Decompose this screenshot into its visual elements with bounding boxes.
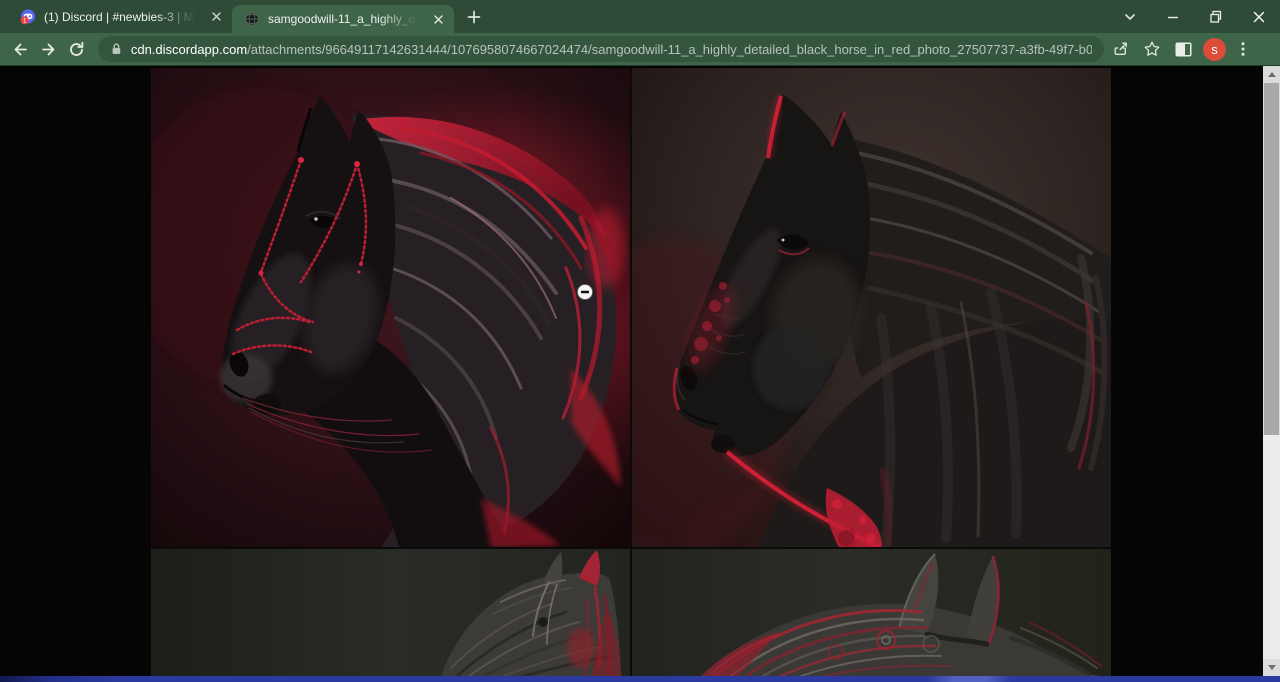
browser-titlebar: 1 (1) Discord | #newbies-3 | Midjou samg… [0,0,1280,33]
side-panel-button[interactable] [1169,35,1197,63]
avatar-initial: s [1211,42,1218,57]
avatar[interactable]: s [1203,38,1226,61]
reload-icon [67,40,86,59]
tab-discord[interactable]: 1 (1) Discord | #newbies-3 | Midjou [8,0,232,33]
new-tab-button[interactable] [460,3,488,31]
tab-title: samgoodwill-11_a_highly_detaile [268,12,422,26]
url-path: /attachments/96649117142631444/107695807… [247,42,1092,57]
scrollbar-track[interactable] [1263,435,1280,659]
zoom-out-cursor [576,283,594,301]
globe-icon [244,11,260,27]
scroll-down-button[interactable] [1263,659,1280,676]
restore-button[interactable] [1194,0,1237,33]
forward-arrow-icon [39,40,58,59]
url-text: cdn.discordapp.com/attachments/966491171… [131,42,1092,57]
vertical-scrollbar[interactable] [1263,66,1280,676]
minimize-button[interactable] [1151,0,1194,33]
windows-taskbar-edge [0,676,1280,682]
image-panel-bottom-left [151,548,631,676]
notification-badge: 1 [23,17,27,24]
close-tab-icon[interactable] [208,9,224,25]
tab-strip: 1 (1) Discord | #newbies-3 | Midjou samg… [0,0,488,33]
close-window-button[interactable] [1237,0,1280,33]
browser-toolbar: cdn.discordapp.com/attachments/966491171… [0,33,1280,66]
chevron-down-icon [1121,8,1139,26]
side-panel-icon [1174,41,1193,58]
new-tab-icon [467,10,481,24]
scroll-up-button[interactable] [1263,66,1280,83]
lock-icon [110,42,123,56]
tab-search-button[interactable] [1108,0,1151,33]
back-button[interactable] [6,35,34,63]
close-tab-icon[interactable] [430,11,446,27]
discord-icon: 1 [20,9,36,25]
forward-button[interactable] [34,35,62,63]
reload-button[interactable] [62,35,90,63]
horse-grid-image[interactable] [151,68,1111,676]
kebab-menu-icon [1234,40,1252,58]
image-panel-bottom-right [631,548,1111,676]
image-panel-top-left [151,68,631,548]
star-icon [1143,40,1161,58]
address-bar[interactable]: cdn.discordapp.com/attachments/966491171… [98,36,1104,62]
restore-icon [1207,8,1225,26]
page-content [0,66,1280,676]
window-controls [1108,0,1280,33]
tab-title: (1) Discord | #newbies-3 | Midjou [44,10,200,24]
tab-image[interactable]: samgoodwill-11_a_highly_detaile [232,5,454,33]
triangle-up-icon [1268,72,1276,77]
share-button[interactable] [1107,35,1135,63]
close-icon [1250,8,1268,26]
bookmark-button[interactable] [1138,35,1166,63]
back-arrow-icon [11,40,30,59]
menu-button[interactable] [1229,35,1257,63]
scrollbar-thumb[interactable] [1264,83,1279,435]
image-panel-top-right [631,68,1111,548]
minimize-icon [1164,8,1182,26]
triangle-down-icon [1268,665,1276,670]
grid-seam-horizontal [151,547,1111,549]
share-icon [1112,40,1130,58]
grid-seam-vertical [630,68,632,676]
url-host: cdn.discordapp.com [131,42,247,57]
